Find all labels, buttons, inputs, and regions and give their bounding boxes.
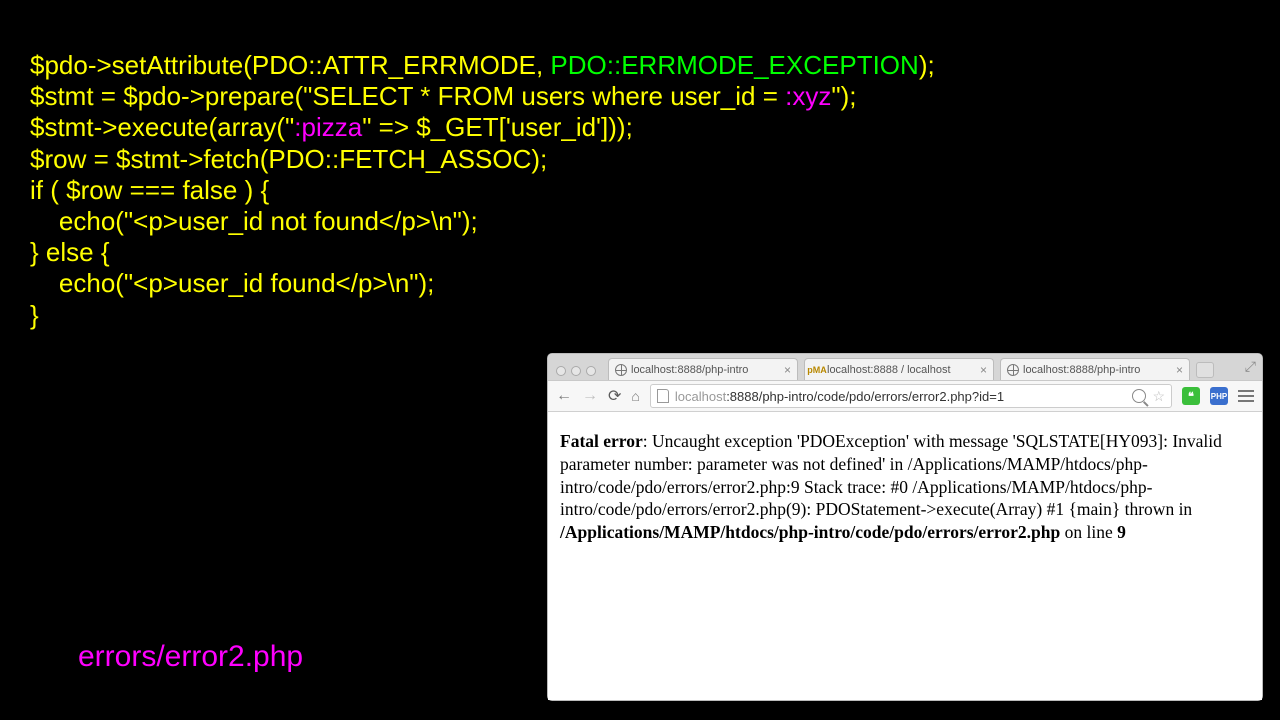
tab-label: localhost:8888/php-intro xyxy=(1023,364,1172,376)
tab-label: localhost:8888/php-intro xyxy=(631,364,780,376)
home-button[interactable]: ⌂ xyxy=(631,388,639,404)
forward-button[interactable]: → xyxy=(582,387,598,405)
search-icon[interactable] xyxy=(1132,389,1146,403)
new-tab-button[interactable] xyxy=(1196,362,1214,378)
tab-label: localhost:8888 / localhost xyxy=(827,364,976,376)
tab-strip: localhost:8888/php-intro × pMA localhost… xyxy=(548,354,1262,380)
tab-3[interactable]: localhost:8888/php-intro × xyxy=(1000,358,1190,380)
tab-1[interactable]: localhost:8888/php-intro × xyxy=(608,358,798,380)
browser-toolbar: ← → ⟳ ⌂ localhost:8888/php-intro/code/pd… xyxy=(548,380,1262,412)
code-line-2: $stmt = $pdo->prepare("SELECT * FROM use… xyxy=(30,81,857,111)
window-controls[interactable] xyxy=(554,366,602,380)
code-line-5: if ( $row === false ) { xyxy=(30,175,269,205)
code-line-3: $stmt->execute(array(":pizza" => $_GET['… xyxy=(30,112,633,142)
code-block: $pdo->setAttribute(PDO::ATTR_ERRMODE, PD… xyxy=(30,50,935,331)
maximize-window-icon[interactable] xyxy=(586,366,596,376)
close-icon[interactable]: × xyxy=(784,363,791,377)
phpmyadmin-icon: pMA xyxy=(811,364,823,376)
globe-icon xyxy=(615,364,627,376)
php-fatal-error: Fatal error: Uncaught exception 'PDOExce… xyxy=(560,430,1250,544)
address-bar[interactable]: localhost:8888/php-intro/code/pdo/errors… xyxy=(650,384,1172,408)
extension-icon[interactable]: PHP xyxy=(1210,387,1228,405)
back-button[interactable]: ← xyxy=(556,387,572,405)
code-line-6: echo("<p>user_id not found</p>\n"); xyxy=(30,206,478,236)
bookmark-star-icon[interactable]: ☆ xyxy=(1152,388,1165,405)
minimize-window-icon[interactable] xyxy=(571,366,581,376)
code-line-1: $pdo->setAttribute(PDO::ATTR_ERRMODE, PD… xyxy=(30,50,935,80)
url-text: localhost:8888/php-intro/code/pdo/errors… xyxy=(675,389,1004,404)
reload-button[interactable]: ⟳ xyxy=(608,386,621,406)
page-icon xyxy=(657,389,669,403)
filename-label: errors/error2.php xyxy=(78,640,303,674)
close-icon[interactable]: × xyxy=(980,363,987,377)
menu-icon[interactable] xyxy=(1238,390,1254,402)
extension-icon[interactable]: ❝ xyxy=(1182,387,1200,405)
close-window-icon[interactable] xyxy=(556,366,566,376)
code-line-4: $row = $stmt->fetch(PDO::FETCH_ASSOC); xyxy=(30,144,547,174)
globe-icon xyxy=(1007,364,1019,376)
close-icon[interactable]: × xyxy=(1176,363,1183,377)
code-line-9: } xyxy=(30,300,39,330)
browser-window: localhost:8888/php-intro × pMA localhost… xyxy=(548,354,1262,700)
code-line-7: } else { xyxy=(30,237,110,267)
page-viewport: Fatal error: Uncaught exception 'PDOExce… xyxy=(548,412,1262,700)
tab-2[interactable]: pMA localhost:8888 / localhost × xyxy=(804,358,994,380)
expand-icon[interactable]: ⤢ xyxy=(1245,358,1256,375)
code-line-8: echo("<p>user_id found</p>\n"); xyxy=(30,268,434,298)
